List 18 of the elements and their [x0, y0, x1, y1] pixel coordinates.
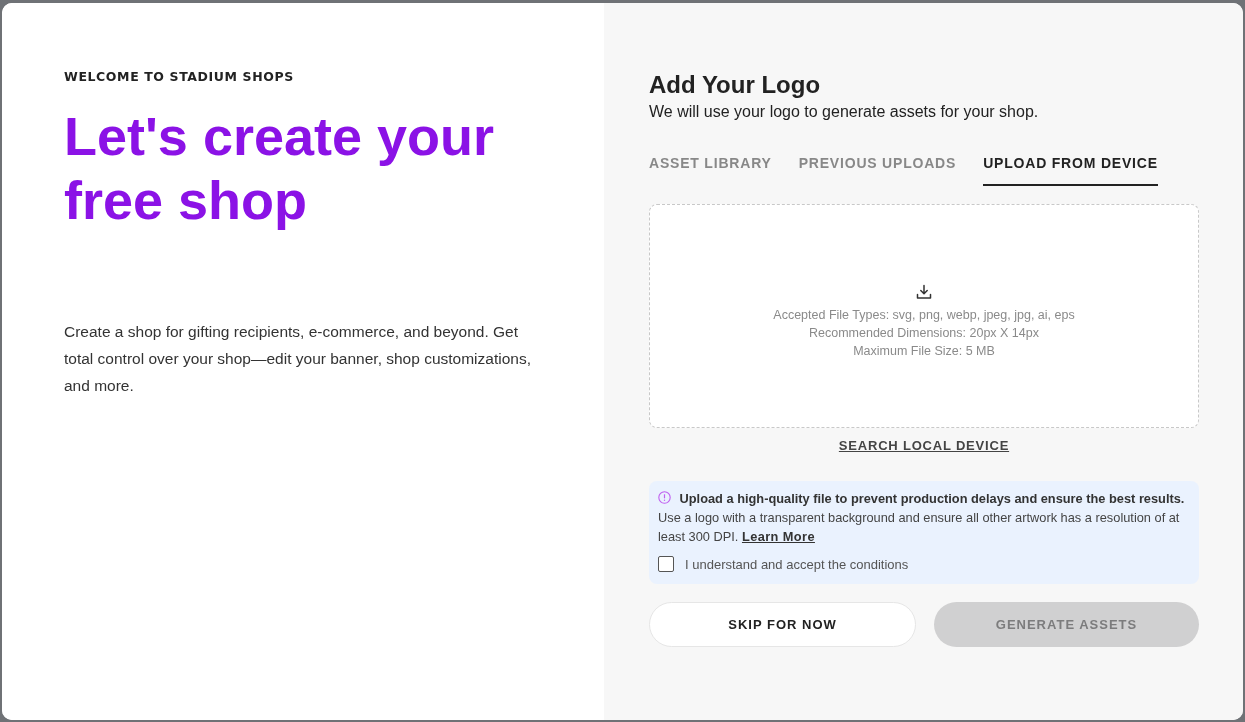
tab[interactable]: UPLOAD FROM DEVICE [983, 155, 1158, 186]
checkbox[interactable] [658, 556, 674, 572]
description-text: Create a shop for gifting recipients, e-commerce, and beyond. Get total control over your shop—edit your banner, shop customizations, and more. [64, 322, 532, 396]
checkbox-label: I understand and accept the conditions [685, 556, 909, 572]
file-requirement-text: Maximum File Size: 5 MB [853, 343, 995, 360]
panel-subtitle: We will use your logo to generate assets for your shop. [649, 103, 1040, 121]
file-requirement-text: Recommended Dimensions: 20px X 14px [809, 325, 1039, 342]
panel-title: Add Your Logo [649, 71, 822, 99]
info-icon [658, 491, 671, 504]
file-requirement-text: Accepted File Types: svg, png, webp, jpeg, jpg, ai, eps [773, 307, 1075, 324]
headline: Let's create your free shop [64, 105, 496, 232]
learn-more-link[interactable]: Learn More [741, 529, 815, 544]
notice-text: Upload a high-quality file to prevent production delays and ensure the best results. Use a logo with a transparent background and ensure all other artwork has a resolution of at least 300 DPI. Learn More [658, 490, 1186, 546]
skip-button[interactable]: SKIP FOR NOW [649, 602, 916, 647]
search-local-device-link[interactable]: SEARCH LOCAL DEVICE [838, 438, 1010, 453]
dropzone[interactable]: Accepted File Types: svg, png, webp, jpeg, jpg, ai, eps Recommended Dimensions: 20px X 14px Maximum File Size: 5 MB [649, 204, 1199, 428]
eyebrow-text: WELCOME TO STADIUM SHOPS [64, 69, 295, 84]
download-icon [916, 284, 932, 300]
